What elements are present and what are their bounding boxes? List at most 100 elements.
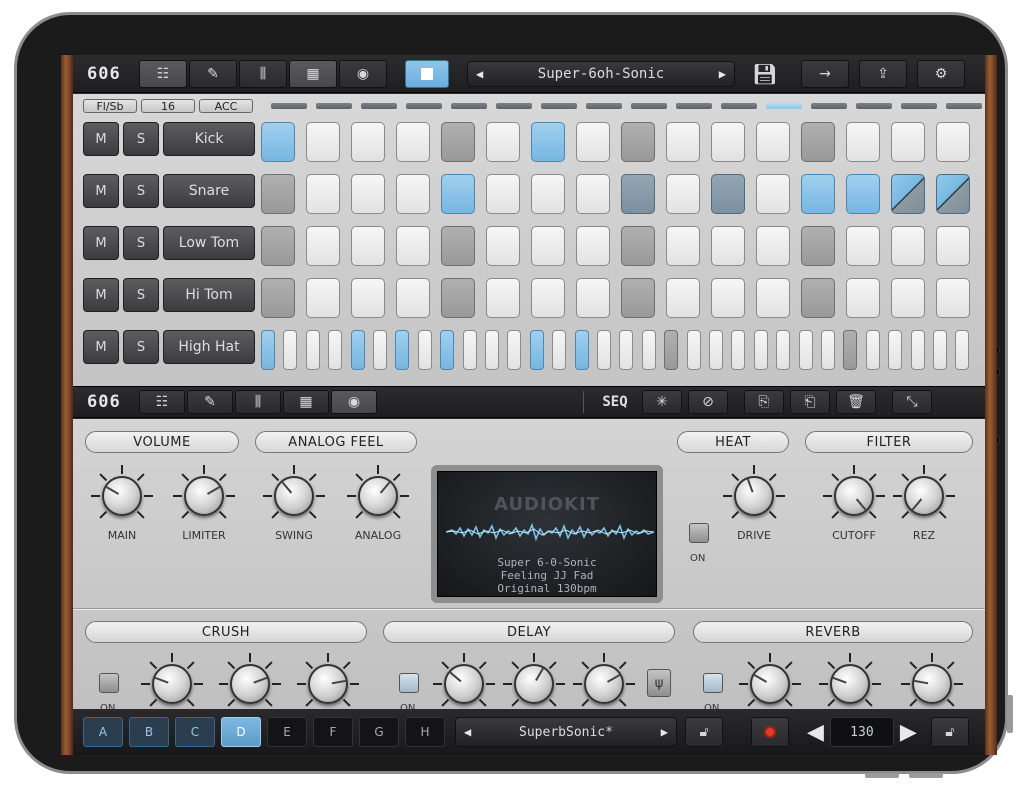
steps-button[interactable]: 16 bbox=[141, 99, 195, 113]
delete-button[interactable]: 🗑︎ bbox=[836, 390, 876, 414]
step-pad[interactable] bbox=[261, 174, 295, 214]
tools-view-button[interactable]: ✎ bbox=[189, 59, 237, 88]
step-pad[interactable] bbox=[306, 174, 340, 214]
step-pad[interactable] bbox=[711, 226, 745, 266]
volume-knob[interactable] bbox=[173, 465, 235, 527]
track-name-button[interactable]: Snare bbox=[163, 174, 255, 208]
step-pad[interactable] bbox=[350, 330, 365, 370]
step-pad[interactable] bbox=[576, 122, 610, 162]
analog-feel-knob[interactable] bbox=[347, 465, 409, 527]
step-pad[interactable] bbox=[933, 330, 947, 370]
step-pad[interactable] bbox=[846, 278, 880, 318]
reverb-knob[interactable] bbox=[901, 653, 963, 715]
crush-knob[interactable] bbox=[141, 653, 203, 715]
step-pad[interactable] bbox=[373, 330, 387, 370]
flam-button[interactable]: Fl/Sb bbox=[83, 99, 137, 113]
step-pad[interactable] bbox=[486, 278, 520, 318]
pads-view-button[interactable]: ▦ bbox=[289, 59, 337, 88]
pattern-button[interactable]: D bbox=[221, 717, 261, 747]
step-pad[interactable] bbox=[351, 226, 385, 266]
crush-on-toggle[interactable] bbox=[99, 673, 119, 693]
step-pad[interactable] bbox=[891, 278, 925, 318]
step-pad[interactable] bbox=[440, 330, 455, 370]
tempo-display[interactable]: 130 bbox=[829, 717, 894, 747]
clear-button[interactable]: ⊘ bbox=[688, 390, 728, 414]
step-pad[interactable] bbox=[801, 226, 835, 266]
pattern-button[interactable]: G bbox=[359, 717, 399, 747]
step-pad[interactable] bbox=[441, 226, 475, 266]
pattern-button[interactable]: F bbox=[313, 717, 353, 747]
step-pad[interactable] bbox=[843, 330, 858, 370]
step-pad[interactable] bbox=[261, 226, 295, 266]
step-pad[interactable] bbox=[283, 330, 298, 370]
delay-on-toggle[interactable] bbox=[399, 673, 419, 693]
step-pad[interactable] bbox=[910, 330, 925, 370]
step-pad[interactable] bbox=[666, 278, 700, 318]
step-pad[interactable] bbox=[891, 122, 925, 162]
delay-knob[interactable] bbox=[503, 653, 565, 715]
step-pad[interactable] bbox=[396, 122, 430, 162]
step-pad[interactable] bbox=[888, 330, 903, 370]
step-pad[interactable] bbox=[666, 174, 700, 214]
track-name-button[interactable]: Low Tom bbox=[163, 226, 255, 260]
step-pad[interactable] bbox=[531, 122, 565, 162]
step-pad[interactable] bbox=[621, 278, 655, 318]
step-pad[interactable] bbox=[261, 122, 295, 162]
pattern-button[interactable]: A bbox=[83, 717, 123, 747]
step-pad[interactable] bbox=[306, 226, 340, 266]
solo-button[interactable]: S bbox=[123, 174, 159, 208]
solo-button[interactable]: S bbox=[123, 122, 159, 156]
randomize-button[interactable]: ✳ bbox=[642, 390, 682, 414]
mixer-view-button[interactable]: ⫼ bbox=[239, 59, 287, 88]
volume-knob[interactable] bbox=[91, 465, 153, 527]
tempo-down-icon[interactable]: ◀ bbox=[807, 720, 824, 745]
step-pad[interactable] bbox=[395, 330, 410, 370]
step-pad[interactable] bbox=[396, 174, 430, 214]
track-name-button[interactable]: Kick bbox=[163, 122, 255, 156]
step-pad[interactable] bbox=[709, 330, 723, 370]
step-pad[interactable] bbox=[261, 278, 295, 318]
delay-sync-button[interactable]: ψ bbox=[647, 669, 671, 697]
step-pad[interactable] bbox=[531, 174, 565, 214]
step-pad[interactable] bbox=[306, 122, 340, 162]
step-pad[interactable] bbox=[776, 330, 791, 370]
pattern-button[interactable]: C bbox=[175, 717, 215, 747]
share-button[interactable]: ⇪ bbox=[859, 59, 907, 88]
analog-feel-knob[interactable] bbox=[263, 465, 325, 527]
step-pad[interactable] bbox=[846, 174, 880, 214]
pattern-button[interactable]: H bbox=[405, 717, 445, 747]
step-pad[interactable] bbox=[891, 226, 925, 266]
step-pad[interactable] bbox=[574, 330, 589, 370]
step-pad[interactable] bbox=[552, 330, 567, 370]
forward-button[interactable]: → bbox=[801, 59, 849, 88]
step-pad[interactable] bbox=[801, 122, 835, 162]
crush-knob[interactable] bbox=[297, 653, 359, 715]
step-pad[interactable] bbox=[507, 330, 522, 370]
step-pad[interactable] bbox=[666, 226, 700, 266]
step-pad[interactable] bbox=[462, 330, 477, 370]
unlock-pattern-button[interactable]: 🔓︎ bbox=[685, 717, 723, 747]
step-pad[interactable] bbox=[753, 330, 768, 370]
step-pad[interactable] bbox=[711, 174, 745, 214]
pattern-button[interactable]: B bbox=[129, 717, 169, 747]
step-pad[interactable] bbox=[955, 330, 970, 370]
step-pad[interactable] bbox=[305, 330, 320, 370]
accent-button[interactable]: ACC bbox=[199, 99, 253, 113]
sequencer-view-button[interactable]: ☷ bbox=[139, 59, 187, 88]
step-pad[interactable] bbox=[417, 330, 432, 370]
next-preset-icon[interactable]: ▶ bbox=[719, 67, 726, 81]
mixer-view-button[interactable]: ⫼ bbox=[235, 390, 281, 414]
copy-button[interactable]: ⎘ bbox=[744, 390, 784, 414]
step-pad[interactable] bbox=[396, 226, 430, 266]
pads-view-button[interactable]: ▦ bbox=[283, 390, 329, 414]
step-pad[interactable] bbox=[666, 122, 700, 162]
step-pad[interactable] bbox=[486, 174, 520, 214]
step-pad[interactable] bbox=[597, 330, 611, 370]
sequencer-view-button[interactable]: ☷ bbox=[139, 390, 185, 414]
step-pad[interactable] bbox=[619, 330, 634, 370]
step-pad[interactable] bbox=[485, 330, 499, 370]
step-pad[interactable] bbox=[936, 122, 970, 162]
settings-button[interactable]: ⚙ bbox=[917, 59, 965, 88]
record-button[interactable] bbox=[751, 717, 789, 747]
step-pad[interactable] bbox=[306, 278, 340, 318]
